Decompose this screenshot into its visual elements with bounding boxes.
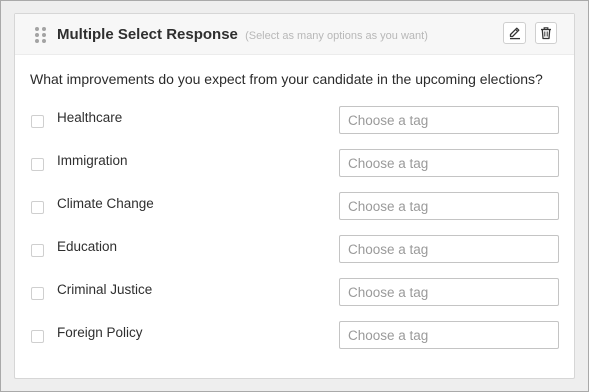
option-checkbox[interactable] [31, 330, 44, 343]
tag-input[interactable] [339, 235, 559, 263]
drag-handle-icon[interactable] [35, 27, 47, 43]
option-label: Education [57, 239, 118, 254]
card-title: Multiple Select Response (Select as many… [57, 26, 428, 43]
question-text: What improvements do you expect from you… [30, 71, 543, 87]
edit-button[interactable] [503, 22, 526, 44]
option-label: Foreign Policy [57, 325, 143, 340]
option-label: Climate Change [57, 196, 154, 211]
tag-input[interactable] [339, 321, 559, 349]
option-row: Healthcare [15, 106, 574, 134]
delete-button[interactable] [535, 22, 557, 44]
tag-input[interactable] [339, 278, 559, 306]
trash-icon [541, 27, 551, 40]
option-row: Criminal Justice [15, 278, 574, 306]
option-label: Immigration [57, 153, 128, 168]
title-text: Multiple Select Response [57, 26, 238, 43]
option-checkbox[interactable] [31, 244, 44, 257]
option-label: Criminal Justice [57, 282, 153, 297]
option-checkbox[interactable] [31, 201, 44, 214]
tag-input[interactable] [339, 149, 559, 177]
option-row: Education [15, 235, 574, 263]
option-checkbox[interactable] [31, 287, 44, 300]
option-row: Foreign Policy [15, 321, 574, 349]
tag-input[interactable] [339, 106, 559, 134]
option-checkbox[interactable] [31, 158, 44, 171]
pencil-icon [509, 27, 520, 40]
page-frame: Multiple Select Response (Select as many… [0, 0, 589, 392]
title-hint: (Select as many options as you want) [245, 30, 428, 42]
option-label: Healthcare [57, 110, 123, 125]
card-header: Multiple Select Response (Select as many… [15, 14, 574, 55]
option-row: Immigration [15, 149, 574, 177]
option-row: Climate Change [15, 192, 574, 220]
option-checkbox[interactable] [31, 115, 44, 128]
question-card: Multiple Select Response (Select as many… [14, 13, 575, 379]
tag-input[interactable] [339, 192, 559, 220]
